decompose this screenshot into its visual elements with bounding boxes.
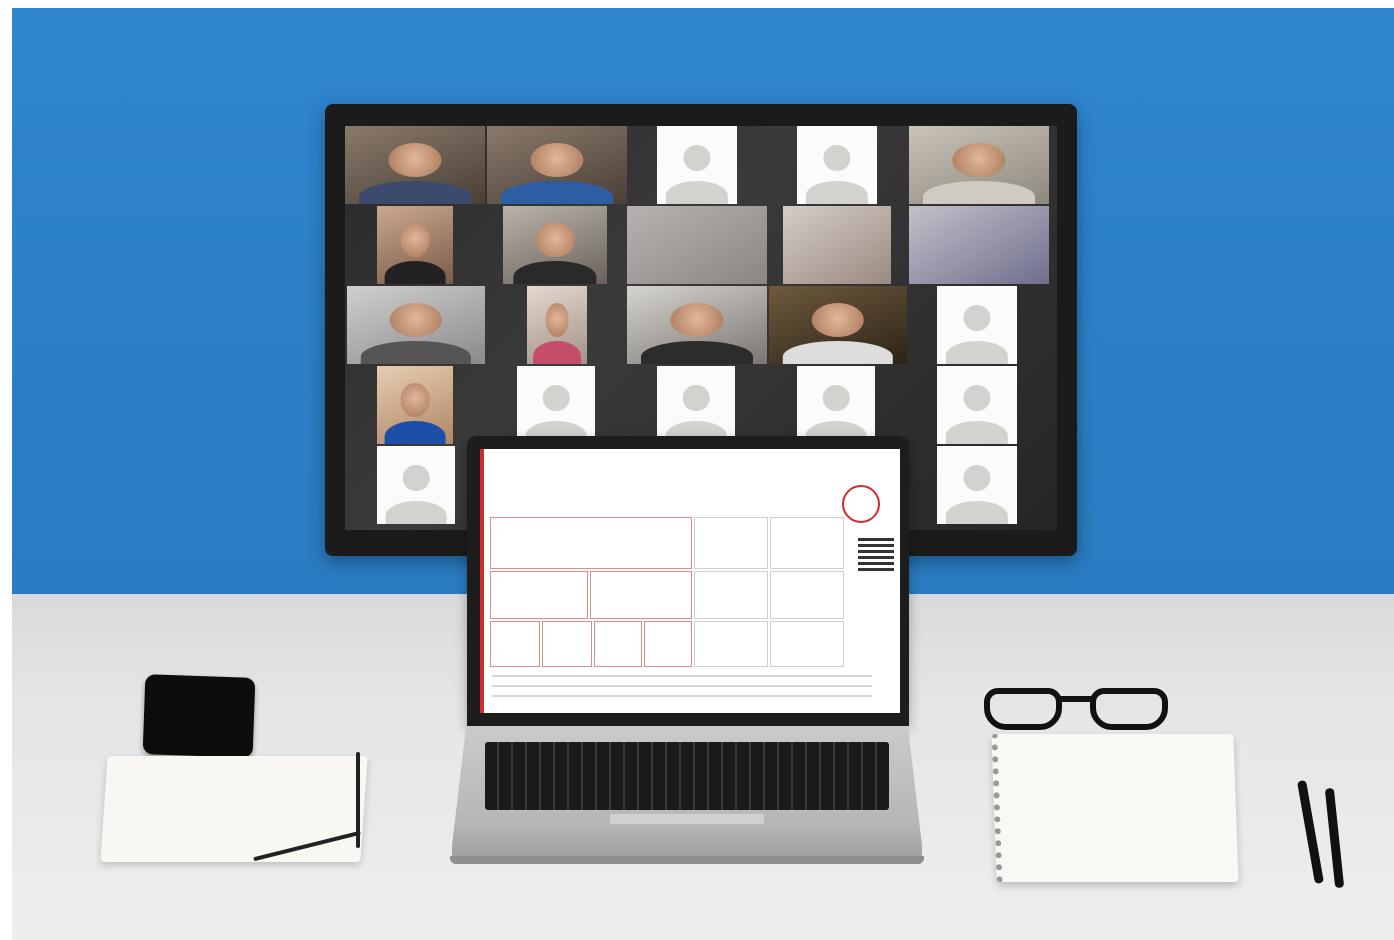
laptop-lid	[467, 436, 909, 726]
participant-tile-blurred	[909, 206, 1049, 284]
seal-logo	[842, 485, 880, 523]
table-cell	[490, 571, 588, 619]
table-header-cell	[490, 517, 692, 569]
participant-avatar-placeholder	[797, 366, 875, 444]
participant-tile-blurred	[783, 206, 891, 284]
laptop-trackpad	[610, 814, 764, 824]
participant-tile	[909, 126, 1049, 204]
table-cell	[590, 571, 692, 619]
participant-tile	[377, 206, 453, 284]
participant-tile	[503, 206, 607, 284]
laptop-base-edge	[450, 856, 924, 864]
table-cell	[694, 571, 768, 619]
document-footer-lines	[492, 675, 872, 703]
participant-tile	[769, 286, 907, 364]
smartphone	[142, 674, 256, 758]
spiral-notepad	[991, 734, 1239, 882]
glasses-lens-left	[984, 688, 1062, 730]
participant-tile	[345, 126, 485, 204]
participant-tile	[627, 286, 767, 364]
table-cell	[694, 621, 768, 667]
participant-tile	[377, 366, 453, 444]
laptop-keyboard	[485, 742, 889, 810]
participant-tile	[347, 286, 485, 364]
participant-avatar-placeholder	[517, 366, 595, 444]
laptop-document-screen	[480, 449, 900, 713]
participant-avatar-placeholder	[797, 126, 877, 204]
table-cell	[594, 621, 642, 667]
pen	[356, 752, 360, 848]
participant-avatar-placeholder	[937, 446, 1017, 524]
photo-frame	[12, 8, 1394, 940]
participant-avatar-placeholder	[657, 126, 737, 204]
participant-tile	[527, 286, 587, 364]
glasses-lens-right	[1090, 688, 1168, 730]
table-cell	[770, 621, 844, 667]
table-cell	[694, 517, 768, 569]
table-cell	[490, 621, 540, 667]
table-cell	[770, 571, 844, 619]
table-cell	[644, 621, 692, 667]
open-notebook	[100, 756, 368, 862]
participant-tile	[487, 126, 627, 204]
table-cell	[770, 517, 844, 569]
participant-avatar-placeholder	[937, 366, 1017, 444]
qr-code	[858, 535, 894, 571]
participant-avatar-placeholder	[657, 366, 735, 444]
participant-avatar-placeholder	[937, 286, 1017, 364]
participant-avatar-placeholder	[377, 446, 455, 524]
participant-tile-blurred	[627, 206, 767, 284]
table-cell	[542, 621, 592, 667]
glasses-bridge	[1056, 696, 1096, 702]
